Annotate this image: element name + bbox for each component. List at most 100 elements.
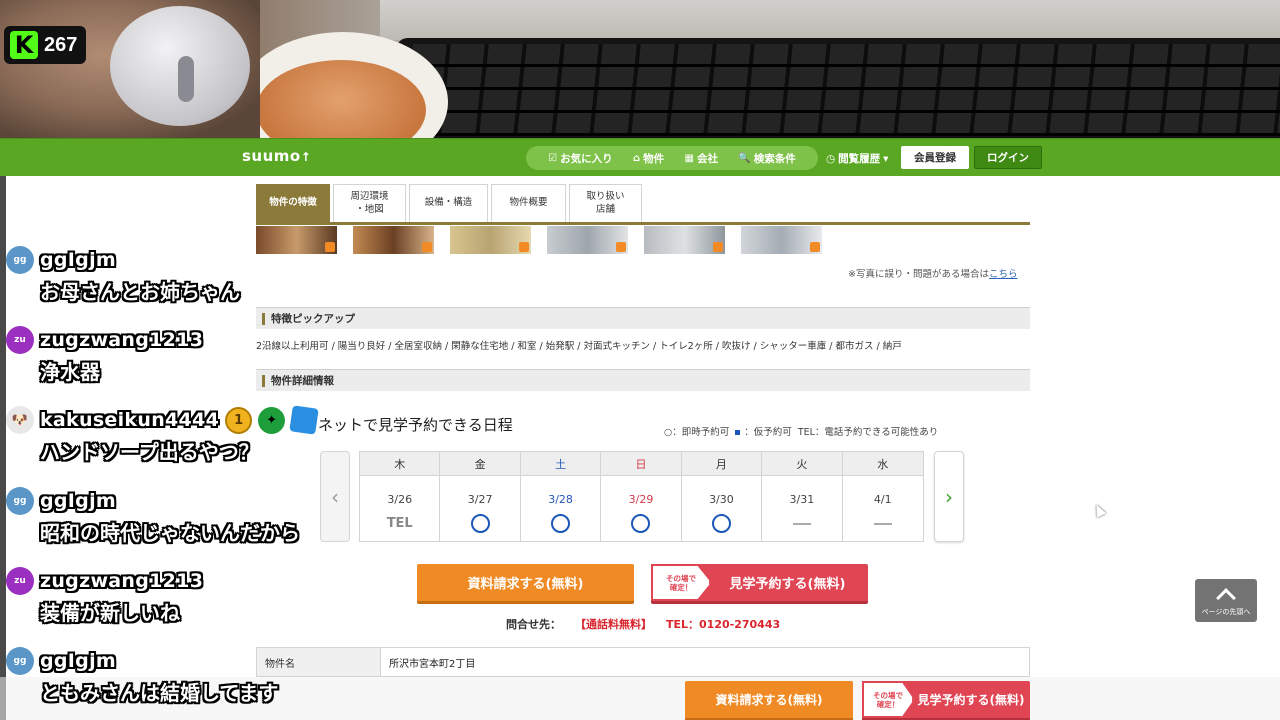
calendar-date: 3/30	[709, 493, 734, 506]
unavailable-dash-icon	[843, 506, 923, 541]
history-dropdown[interactable]: ◷ 閲覧履歴 ▾	[826, 151, 888, 166]
nav-companies[interactable]: ▦ 会社	[685, 151, 718, 166]
calendar-next-button[interactable]: ›	[934, 451, 964, 542]
available-circle-icon[interactable]	[440, 506, 519, 541]
circle-icon	[551, 514, 571, 533]
calendar-weekday: 日	[601, 452, 681, 476]
contact-line: 問合せ先： 【通話料無料】 TEL：0120-270443	[506, 616, 781, 632]
chevron-right-icon: ›	[945, 484, 953, 509]
calendar-day[interactable]: 金 3/27	[440, 452, 521, 541]
thumbnail[interactable]	[547, 226, 628, 254]
dash-icon	[792, 522, 811, 525]
viewer-count-badge: K 267	[4, 26, 86, 64]
calendar-day: 木 3/26 TEL	[360, 452, 441, 541]
user-avatar: zu	[6, 567, 34, 595]
thumbnail[interactable]	[256, 226, 337, 254]
calendar-date: 3/29	[628, 493, 654, 506]
user-avatar: gg	[6, 487, 34, 515]
calendar-day[interactable]: 土 3/28	[520, 452, 602, 541]
house-icon: ⌂	[633, 152, 641, 164]
photo-report-note: ※写真に誤り・問題がある場合はこちら	[848, 269, 1018, 280]
thumbnail[interactable]	[741, 226, 822, 254]
badge-rank-one-icon: 1	[225, 406, 253, 434]
back-to-top-button[interactable]: ページの先頭へ	[1195, 579, 1257, 622]
chat-message: gg ggIgjm 昭和の時代じゃないんだから	[6, 487, 300, 546]
calendar-weekday: 金	[440, 452, 520, 476]
chat-message: zu zugzwang1213 浄水器	[6, 326, 203, 385]
tab-equipment[interactable]: 設備・構造	[409, 184, 488, 222]
zoom-icon	[810, 242, 820, 252]
nav-favorites[interactable]: ☑ お気に入り	[548, 151, 612, 166]
building-icon: ▦	[684, 152, 694, 164]
search-icon: 🔍	[738, 152, 751, 164]
calendar-prev-button[interactable]: ‹	[320, 451, 350, 542]
badge-star-icon: ✦	[258, 406, 286, 434]
schedule-title: ネットで見学予約できる日程	[318, 416, 513, 434]
calendar-day[interactable]: 月 3/30	[681, 452, 763, 541]
request-info-button[interactable]: 資料請求する(無料)	[417, 564, 634, 604]
webcam-feed	[0, 0, 1280, 138]
thumbnail[interactable]	[450, 226, 531, 254]
kick-logo-icon: K	[10, 31, 38, 59]
register-button[interactable]: 会員登録	[901, 146, 969, 169]
tab-surroundings[interactable]: 周辺環境 ・地図	[333, 184, 406, 222]
badge-cube-icon	[289, 405, 319, 435]
sticky-visit-reservation-button[interactable]: その場で 確定！ 見学予約する(無料)	[862, 681, 1030, 720]
mouse-cursor-icon	[1091, 502, 1107, 518]
photo-thumbnails	[256, 226, 822, 254]
available-circle-icon[interactable]	[521, 506, 600, 541]
calendar-weekday: 水	[842, 452, 923, 476]
zoom-icon	[713, 242, 723, 252]
unavailable-dash-icon	[762, 506, 841, 541]
user-avatar: gg	[6, 246, 34, 274]
calendar-weekday: 火	[762, 452, 842, 476]
checkbox-icon: ☑	[548, 152, 558, 164]
site-header: suumo↑ ☑ お気に入り ⌂ 物件 ▦ 会社 🔍 検索条件 ◷ 閲覧履歴 ▾ 会員登…	[0, 138, 1280, 176]
available-circle-icon[interactable]	[601, 506, 680, 541]
calendar-day[interactable]: 日 3/29	[601, 452, 682, 541]
thumbnail[interactable]	[644, 226, 725, 254]
tab-store[interactable]: 取り扱い 店舗	[569, 184, 642, 222]
features-list: 2沿線以上利用可 / 陽当り良好 / 全居室収納 / 閑静な住宅地 / 和室 /…	[256, 341, 902, 352]
zoom-icon	[519, 242, 529, 252]
provisional-square-icon	[735, 430, 741, 435]
login-button[interactable]: ログイン	[974, 146, 1042, 169]
thumbnail[interactable]	[353, 226, 434, 254]
suumo-logo[interactable]: suumo↑	[242, 147, 311, 165]
calendar-date: 4/1	[873, 493, 892, 506]
chat-username: zugzwang1213	[40, 329, 204, 351]
dash-icon	[873, 522, 892, 525]
chat-username: ggIgjm	[40, 490, 116, 512]
calendar-weekday: 木	[360, 452, 440, 476]
tab-features[interactable]: 物件の特徴	[256, 184, 330, 222]
chat-text: 浄水器	[40, 360, 100, 384]
zoom-icon	[616, 242, 626, 252]
photo-report-link[interactable]: こちら	[989, 269, 1018, 280]
header-nav: ☑ お気に入り ⌂ 物件 ▦ 会社 🔍 検索条件	[526, 146, 818, 170]
nav-search-conditions[interactable]: 🔍 検索条件	[738, 151, 795, 166]
chevron-left-icon: ‹	[331, 484, 339, 509]
viewer-count: 267	[44, 33, 78, 56]
contact-phone[interactable]: TEL：0120-270443	[666, 616, 780, 632]
keyboard-keys	[403, 44, 1280, 136]
visit-reservation-button[interactable]: その場で 確定！ 見学予約する(無料)	[651, 564, 868, 604]
chat-text: ともみさんは結婚してます	[40, 681, 279, 705]
nav-properties[interactable]: ⌂ 物件	[633, 151, 664, 166]
available-circle-icon[interactable]	[682, 506, 761, 541]
schedule-calendar: 木 3/26 TEL 金 3/27 土 3/28 日 3/29 月 3/30 火 3/31 水 4/1	[359, 451, 924, 542]
tab-overview[interactable]: 物件概要	[491, 184, 566, 222]
chat-text: 昭和の時代じゃないんだから	[40, 521, 300, 545]
chat-message: zu zugzwang1213 装備が新しいね	[6, 567, 203, 626]
sticky-request-info-button[interactable]: 資料請求する(無料)	[685, 681, 853, 720]
property-info-table: 物件名 所沢市宮本町2丁目	[256, 647, 1030, 677]
calendar-status-text: TEL	[386, 516, 413, 531]
instant-confirm-ribbon: その場で 確定！	[862, 681, 914, 718]
user-avatar-dog-icon: 🐶	[6, 406, 34, 434]
circle-icon	[631, 514, 651, 533]
chat-message: gg ggIgjm お母さんとお姉ちゃん	[6, 246, 240, 305]
caret-down-icon: ▾	[883, 152, 889, 165]
chat-message: gg ggIgjm ともみさんは結婚してます	[6, 647, 278, 706]
calendar-date: 3/28	[548, 493, 573, 506]
desk-surface	[380, 0, 1280, 40]
circle-icon	[711, 514, 731, 533]
